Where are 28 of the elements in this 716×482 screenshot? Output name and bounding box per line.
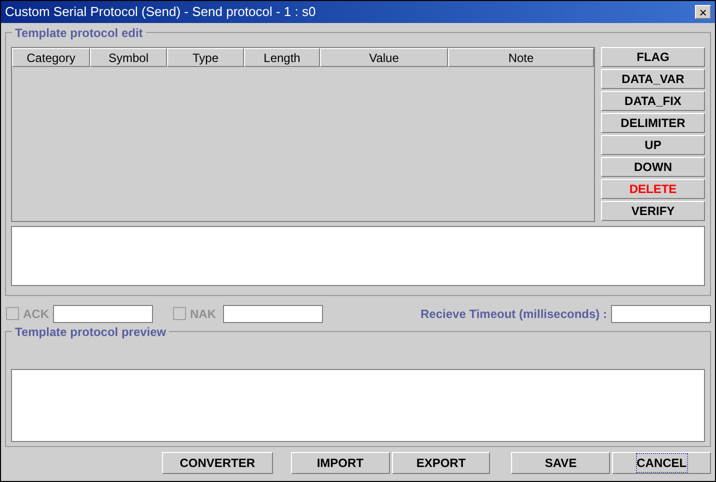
close-button[interactable]: × [695, 5, 711, 19]
text-area[interactable] [11, 226, 705, 286]
side-button[interactable]: VERIFY [601, 201, 705, 221]
dialog-button[interactable]: CONVERTER [162, 452, 273, 474]
side-button[interactable]: UP [601, 135, 705, 155]
preview-area[interactable] [11, 369, 705, 442]
dialog-button[interactable]: EXPORT [392, 452, 490, 474]
side-button[interactable]: DOWN [601, 157, 705, 177]
dialog-button[interactable]: CANCEL [612, 452, 712, 474]
nak-field[interactable] [223, 304, 323, 322]
timeout-label: Recieve Timeout (milliseconds) : [420, 306, 607, 322]
column-header[interactable]: Type [167, 48, 244, 67]
side-button[interactable]: FLAG [601, 47, 705, 67]
dialog-button[interactable]: IMPORT [290, 452, 390, 474]
column-header[interactable]: Symbol [90, 48, 167, 67]
checkbox-label: ACK [23, 306, 49, 322]
window-title: Custom Serial Protocol (Send) - Send protocol - 1 : s0 [5, 3, 316, 22]
side-button[interactable]: DATA_VAR [601, 69, 705, 89]
side-button[interactable]: DATA_FIX [601, 91, 705, 111]
dialog-button[interactable]: SAVE [511, 452, 610, 474]
column-header[interactable]: Category [12, 48, 90, 67]
side-button[interactable]: DELIMITER [601, 113, 705, 133]
column-header[interactable]: Value [320, 48, 448, 67]
checkbox-label: NAK [190, 306, 216, 322]
column-header[interactable]: Length [244, 48, 320, 67]
timeout-field[interactable] [611, 304, 711, 322]
column-header[interactable]: Note [448, 48, 594, 67]
ack-field[interactable] [53, 304, 153, 322]
